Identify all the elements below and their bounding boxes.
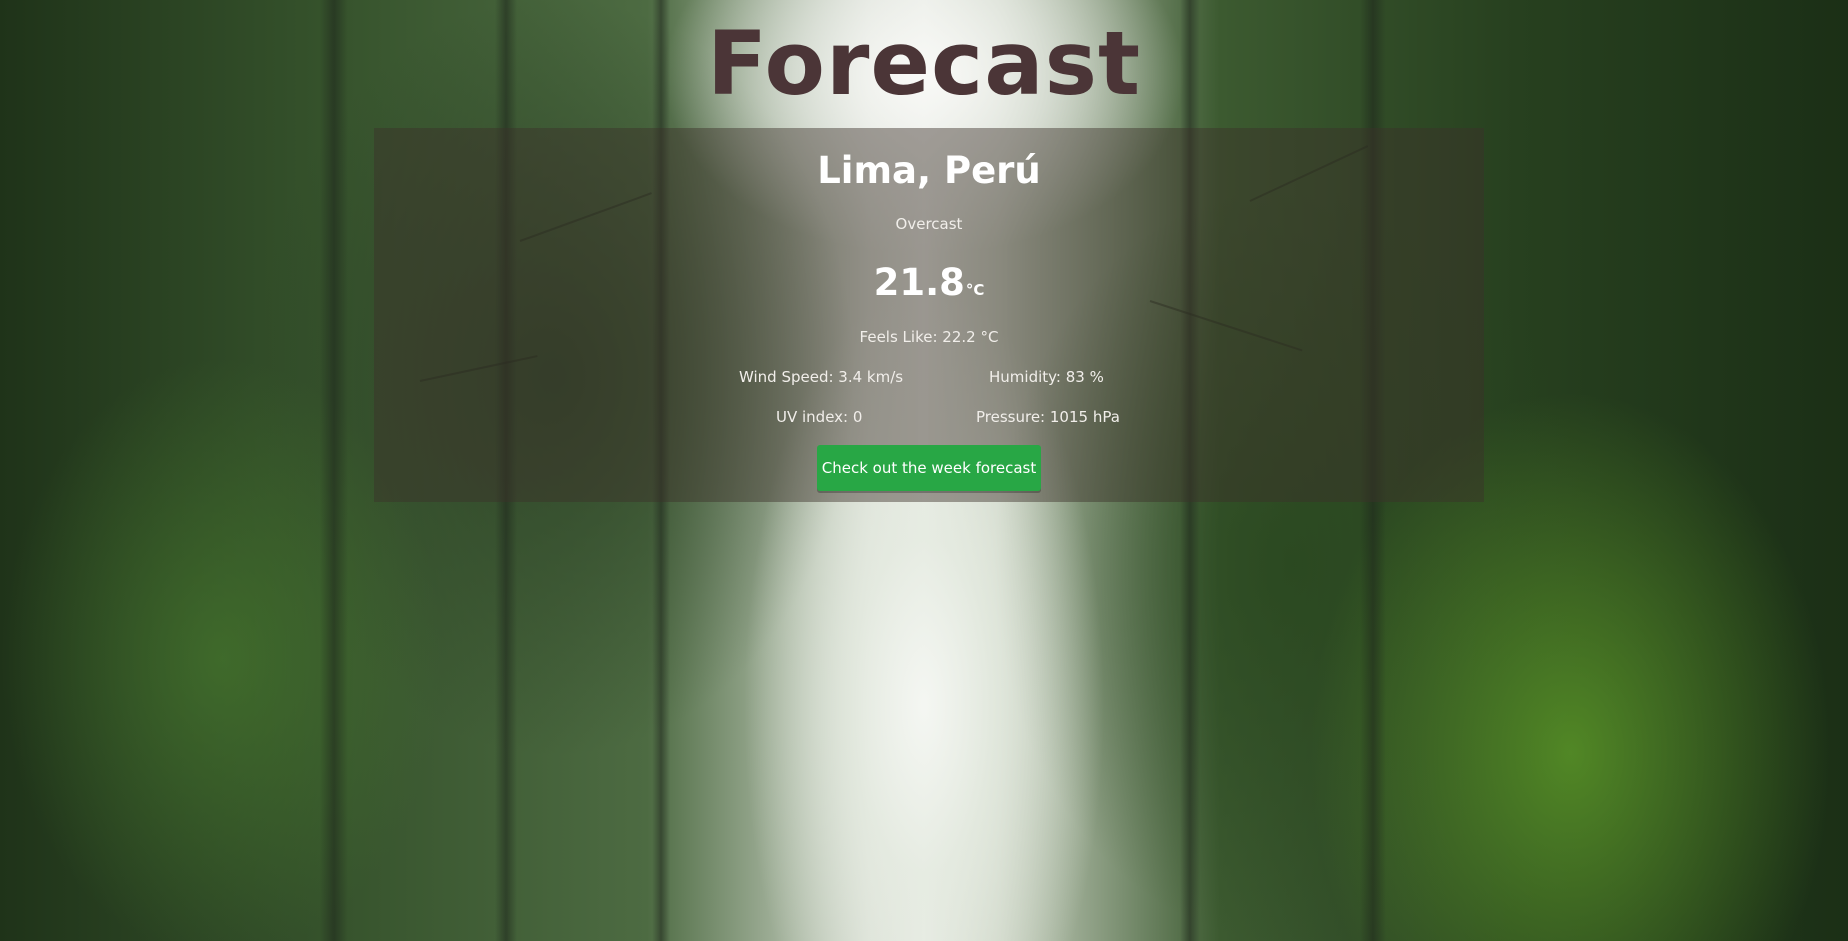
wind-speed: Wind Speed: 3.4 km/s bbox=[739, 368, 904, 386]
weather-condition: Overcast bbox=[895, 215, 963, 233]
page-title: Forecast bbox=[706, 12, 1142, 115]
week-forecast-button[interactable]: Check out the week forecast bbox=[817, 445, 1041, 491]
uv-index: UV index: 0 bbox=[776, 408, 863, 426]
temperature-display: 21.8°C bbox=[374, 260, 1484, 313]
feels-like: Feels Like: 22.2 °C bbox=[859, 328, 999, 346]
temperature-unit: °C bbox=[965, 281, 985, 299]
pressure: Pressure: 1015 hPa bbox=[976, 408, 1120, 426]
current-weather-card: Lima, Perú Overcast 21.8°C Feels Like: 2… bbox=[374, 128, 1484, 502]
temperature-value: 21.8 bbox=[873, 261, 965, 304]
location-name: Lima, Perú bbox=[817, 149, 1041, 192]
humidity: Humidity: 83 % bbox=[989, 368, 1104, 386]
tree-trunk bbox=[320, 0, 348, 941]
